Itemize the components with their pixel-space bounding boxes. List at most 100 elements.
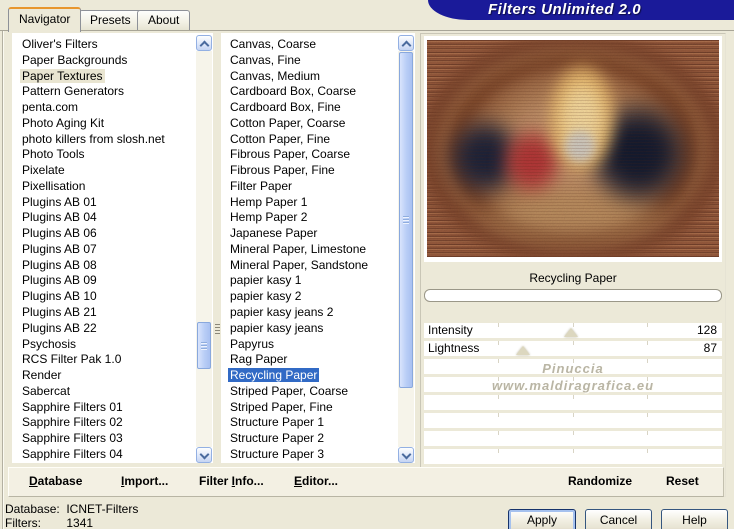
apply-button[interactable]: Apply <box>508 509 576 529</box>
list-item[interactable]: Plugins AB 21 <box>12 305 196 321</box>
list-item[interactable]: photo killers from slosh.net <box>12 132 196 148</box>
list-item[interactable]: Mineral Paper, Sandstone <box>221 258 398 274</box>
list-splitter-grip[interactable] <box>215 324 220 335</box>
list-item[interactable]: Plugins AB 09 <box>12 273 196 289</box>
list-item-label[interactable]: Filter Paper <box>228 179 294 193</box>
list-item-label[interactable]: Sapphire Filters 04 <box>20 447 125 461</box>
list-item[interactable]: Photo Tools <box>12 147 196 163</box>
list-item[interactable]: Sapphire Filters 03 <box>12 431 196 447</box>
list-item[interactable]: Fibrous Paper, Coarse <box>221 147 398 163</box>
list-item[interactable]: Plugins AB 06 <box>12 226 196 242</box>
list-item[interactable]: Cardboard Box, Fine <box>221 100 398 116</box>
list-item[interactable]: Canvas, Coarse <box>221 37 398 53</box>
list-item-label[interactable]: Rag Paper <box>228 352 289 366</box>
list-item[interactable]: Structure Paper 2 <box>221 431 398 447</box>
texture-scrollbar[interactable] <box>398 35 414 463</box>
list-item-label[interactable]: Sapphire Filters 01 <box>20 400 125 414</box>
slider-thumb[interactable] <box>563 328 578 337</box>
scrollbar-up-button[interactable] <box>398 35 414 51</box>
list-item[interactable]: Plugins AB 10 <box>12 289 196 305</box>
cancel-button[interactable]: Cancel <box>585 509 652 529</box>
randomize-button[interactable]: Randomize <box>568 474 632 488</box>
list-item-label[interactable]: Render <box>20 368 63 382</box>
list-item-label[interactable]: Pixellisation <box>20 179 87 193</box>
list-item[interactable]: Sabercat <box>12 384 196 400</box>
list-item[interactable]: papier kasy jeans 2 <box>221 305 398 321</box>
list-item-label[interactable]: Plugins AB 22 <box>20 321 99 335</box>
list-item-label[interactable]: Plugins AB 07 <box>20 242 99 256</box>
scrollbar-thumb[interactable] <box>197 322 211 369</box>
list-item[interactable]: penta.com <box>12 100 196 116</box>
list-item-label[interactable]: Mineral Paper, Sandstone <box>228 258 370 272</box>
list-item-label[interactable]: Cotton Paper, Fine <box>228 132 332 146</box>
slider-thumb[interactable] <box>515 346 530 355</box>
list-item[interactable]: Structure Paper 1 <box>221 415 398 431</box>
list-item[interactable]: Plugins AB 04 <box>12 210 196 226</box>
list-item[interactable]: papier kasy 2 <box>221 289 398 305</box>
list-item[interactable]: Striped Paper, Fine <box>221 400 398 416</box>
list-item[interactable]: Cotton Paper, Fine <box>221 132 398 148</box>
list-item-label[interactable]: Pixelate <box>20 163 67 177</box>
list-item-label[interactable]: Psychosis <box>20 337 78 351</box>
tab-presets[interactable]: Presets <box>79 10 142 30</box>
list-item-label[interactable]: Plugins AB 08 <box>20 258 99 272</box>
list-item-label[interactable]: Pattern Generators <box>20 84 126 98</box>
lightness-slider[interactable]: Lightness 87 <box>424 341 722 356</box>
list-item-label[interactable]: Cotton Paper, Coarse <box>228 116 347 130</box>
preview-image[interactable] <box>427 40 719 257</box>
list-item[interactable]: Sapphire Filters 04 <box>12 447 196 463</box>
list-item-label[interactable]: Sapphire Filters 02 <box>20 415 125 429</box>
database-button[interactable]: Database <box>29 474 82 488</box>
list-item-label[interactable]: Plugins AB 21 <box>20 305 99 319</box>
list-item[interactable]: Plugins AB 08 <box>12 258 196 274</box>
list-item[interactable]: Cotton Paper, Coarse <box>221 116 398 132</box>
list-item[interactable]: Plugins AB 07 <box>12 242 196 258</box>
list-item[interactable]: Oliver's Filters <box>12 37 196 53</box>
list-item-label[interactable]: Striped Paper, Coarse <box>228 384 350 398</box>
list-item-label[interactable]: Mineral Paper, Limestone <box>228 242 368 256</box>
list-item[interactable]: Plugins AB 01 <box>12 195 196 211</box>
list-item-label[interactable]: Japanese Paper <box>228 226 319 240</box>
list-item-label[interactable]: Fibrous Paper, Coarse <box>228 147 352 161</box>
list-item-label[interactable]: Cardboard Box, Coarse <box>228 84 358 98</box>
list-item-label[interactable]: penta.com <box>20 100 80 114</box>
list-item[interactable]: Paper Textures <box>12 68 196 85</box>
list-item[interactable]: Mineral Paper, Limestone <box>221 242 398 258</box>
list-item-label[interactable]: papier kasy 1 <box>228 273 303 287</box>
list-item-label[interactable]: Plugins AB 01 <box>20 195 99 209</box>
scrollbar-down-button[interactable] <box>196 447 212 463</box>
list-item-label[interactable]: Papyrus <box>228 337 276 351</box>
list-item[interactable]: Photo Aging Kit <box>12 116 196 132</box>
list-item[interactable]: Sapphire Filters 01 <box>12 400 196 416</box>
list-item-label[interactable]: Canvas, Medium <box>228 69 322 83</box>
list-item[interactable]: Filter Paper <box>221 179 398 195</box>
list-item[interactable]: Structure Paper 3 <box>221 447 398 463</box>
filter-info-button[interactable]: Filter Info... <box>199 474 264 488</box>
list-item[interactable]: Japanese Paper <box>221 226 398 242</box>
list-item[interactable]: Pattern Generators <box>12 84 196 100</box>
list-item[interactable]: Pixellisation <box>12 179 196 195</box>
list-item-label[interactable]: Structure Paper 1 <box>228 415 326 429</box>
reset-button[interactable]: Reset <box>666 474 699 488</box>
list-item[interactable]: Cardboard Box, Coarse <box>221 84 398 100</box>
texture-list[interactable]: Canvas, Coarse Canvas, Fine Canvas, Medium… <box>221 33 415 463</box>
tab-navigator[interactable]: Navigator <box>8 7 82 32</box>
scrollbar-up-button[interactable] <box>196 35 212 51</box>
category-list[interactable]: Oliver's Filters Paper Backgrounds Paper T… <box>12 33 213 463</box>
list-item[interactable]: Papyrus <box>221 337 398 353</box>
list-item-label[interactable]: Photo Tools <box>20 147 87 161</box>
list-item[interactable]: Fibrous Paper, Fine <box>221 163 398 179</box>
import-button[interactable]: Import... <box>121 474 168 488</box>
tab-about[interactable]: About <box>137 10 191 30</box>
list-item[interactable]: Psychosis <box>12 337 196 353</box>
list-item-label[interactable]: Paper Backgrounds <box>20 53 129 67</box>
list-item-label[interactable]: Sapphire Filters 03 <box>20 431 125 445</box>
list-item[interactable]: Canvas, Fine <box>221 53 398 69</box>
list-item-label[interactable]: Plugins AB 06 <box>20 226 99 240</box>
list-item-label[interactable]: Striped Paper, Fine <box>228 400 335 414</box>
list-item-label[interactable]: Canvas, Coarse <box>228 37 318 51</box>
list-item-label[interactable]: Cardboard Box, Fine <box>228 100 343 114</box>
list-item-label[interactable]: photo killers from slosh.net <box>20 132 167 146</box>
list-item[interactable]: Render <box>12 368 196 384</box>
list-item-label[interactable]: Structure Paper 2 <box>228 431 326 445</box>
